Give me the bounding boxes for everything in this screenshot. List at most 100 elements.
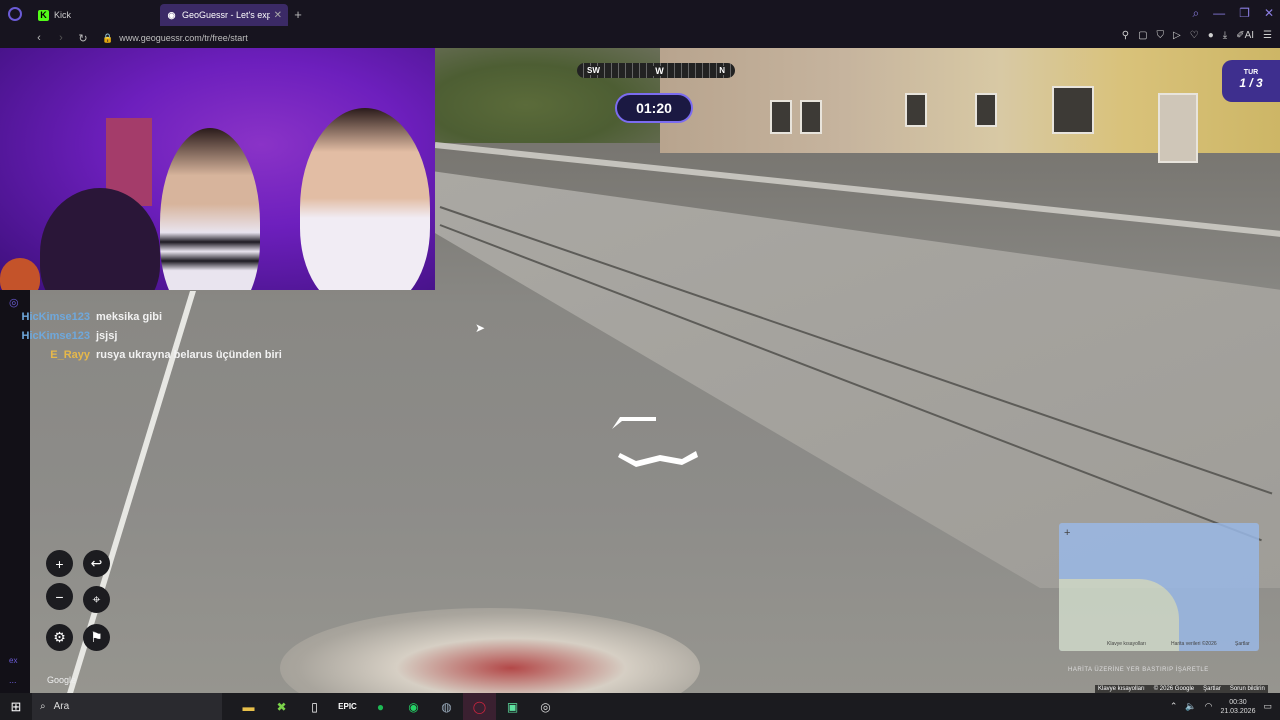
minimap-hint: HARİTA ÜZERİNE YER BASTIRIP İŞARETLE: [1068, 667, 1209, 673]
lock-icon: 🔒: [102, 32, 114, 43]
zoom-in-button[interactable]: +: [46, 550, 73, 577]
tab-kick[interactable]: K Kick: [32, 4, 160, 26]
aria-ai-button[interactable]: ✐AI: [1236, 30, 1254, 41]
whatsapp-icon[interactable]: ◉: [397, 693, 430, 720]
flag-button[interactable]: ⚑: [83, 624, 110, 651]
xbox-icon[interactable]: ✖: [265, 693, 298, 720]
chat-username: E_Rayy: [50, 349, 90, 361]
toolbar-icons: ⚲ ▢ ⛉ ▷ ♡ ● ⤓ ✐AI ☰: [1122, 30, 1272, 41]
chat-username: HicKimse123: [21, 330, 91, 342]
search-label: Ara: [53, 701, 70, 712]
opera-gx-icon[interactable]: ◯: [463, 693, 496, 720]
file-explorer-icon[interactable]: ▬: [232, 693, 265, 720]
system-tray: ⌃ 🔈 ◠ 00:30 21.03.2026 ▭: [1170, 693, 1272, 720]
url-field[interactable]: www.geoguessr.com/tr/free/start: [119, 33, 248, 43]
person-center: [160, 128, 260, 290]
move-arrows-icon[interactable]: [610, 413, 700, 468]
search-icon[interactable]: ⌕: [1192, 6, 1199, 21]
compass: SW W N: [577, 63, 735, 78]
close-tab-icon[interactable]: ✕: [274, 10, 282, 21]
compass-center: W: [653, 65, 666, 76]
terms-link[interactable]: Şartlar: [1203, 686, 1221, 692]
discord-icon[interactable]: ▣: [496, 693, 529, 720]
compass-left: SW: [585, 66, 602, 75]
reload-icon[interactable]: ↻: [74, 32, 92, 45]
taskbar-apps: ▬ ✖ ▯ EPIC ● ◉ ◍ ◯ ▣ ◎: [232, 693, 562, 720]
clock-time: 00:30: [1229, 698, 1247, 706]
download-icon[interactable]: ⤓: [1223, 30, 1227, 41]
new-tab-button[interactable]: +: [288, 7, 308, 22]
chat-text: rusya ukrayna belarus üçünden biri: [96, 349, 282, 361]
compass-right: N: [717, 66, 727, 75]
round-label: TUR: [1243, 69, 1259, 76]
map-attribution: Klavye kısayolları © 2026 Google Şartlar…: [1095, 685, 1268, 693]
person-right: [300, 108, 430, 290]
steam-icon[interactable]: ◍: [430, 693, 463, 720]
windows-taskbar: ⊞ ⌕ Ara ▬ ✖ ▯ EPIC ● ◉ ◍ ◯ ▣ ◎ ⌃ 🔈 ◠ 00:…: [0, 693, 1280, 720]
back-icon[interactable]: ‹: [30, 32, 48, 44]
obs-icon[interactable]: ◎: [529, 693, 562, 720]
pin-icon[interactable]: ⚲: [1122, 30, 1129, 41]
blurred-car-roof: [280, 608, 700, 693]
return-to-start-button[interactable]: ⌖: [83, 586, 110, 613]
webcam-overlay: [0, 48, 435, 290]
tab-label: Kick: [54, 10, 72, 20]
chat-text: meksika gibi: [96, 311, 163, 323]
buildings: [660, 48, 1280, 163]
menu-icon[interactable]: ☰: [1263, 30, 1272, 41]
copyright-text: © 2026 Google: [1153, 686, 1195, 692]
taskbar-search[interactable]: ⌕ Ara: [32, 693, 222, 720]
window-controls: ⌕ — ❐ ✕: [1192, 6, 1274, 21]
minimize-icon[interactable]: —: [1213, 6, 1225, 21]
taskbar-clock[interactable]: 00:30 21.03.2026: [1220, 698, 1255, 716]
mouse-cursor-icon: ➤: [475, 321, 486, 335]
browser-tab-bar: K Kick ◉ GeoGuessr - Let's exp ✕ + ⌕ — ❐…: [0, 0, 1280, 28]
tab-label: GeoGuessr - Let's exp: [182, 10, 270, 20]
shield-icon[interactable]: ⛉: [1157, 30, 1165, 41]
volume-icon[interactable]: 🔈: [1185, 701, 1196, 712]
report-problem-link[interactable]: Sorun bildirin: [1230, 686, 1265, 692]
windows-start-icon[interactable]: ⊞: [0, 699, 32, 715]
kick-icon: K: [38, 9, 49, 21]
minimap-shortcuts-label: Klavye kısayolları: [1107, 641, 1146, 647]
settings-button[interactable]: ⚙: [46, 624, 73, 651]
minimap-terms-label: Şartlar: [1235, 641, 1250, 647]
ai-label: AI: [1244, 30, 1255, 41]
undo-move-button[interactable]: ↩: [83, 550, 110, 577]
clock-date: 21.03.2026: [1220, 707, 1256, 715]
forward-icon[interactable]: ›: [52, 32, 70, 44]
spotify-icon[interactable]: ●: [364, 693, 397, 720]
opera-menu-button[interactable]: [0, 0, 30, 28]
tab-geoguessr[interactable]: ◉ GeoGuessr - Let's exp ✕: [160, 4, 288, 26]
geoguessr-icon: ◉: [167, 9, 176, 20]
tray-expand-icon[interactable]: ⌃: [1170, 701, 1178, 712]
notepad-icon[interactable]: ▯: [298, 693, 331, 720]
minimap-zoom-in-icon[interactable]: +: [1064, 527, 1070, 539]
google-watermark: Google: [47, 675, 77, 685]
close-icon[interactable]: ✕: [1264, 6, 1274, 21]
play-icon[interactable]: ▷: [1173, 30, 1181, 41]
stream-chat: HicKimse123 meksika gibi HicKimse123 jsj…: [10, 311, 282, 368]
profile-icon[interactable]: ●: [1208, 30, 1214, 41]
epic-games-icon[interactable]: EPIC: [331, 693, 364, 720]
opera-logo-icon: [8, 7, 22, 21]
minimap-data-label: Harita verileri ©2026: [1171, 641, 1217, 647]
maximize-icon[interactable]: ❐: [1239, 6, 1250, 21]
settings-icon[interactable]: ◎: [9, 296, 19, 309]
wifi-icon[interactable]: ◠: [1205, 701, 1213, 712]
notifications-icon[interactable]: ▭: [1263, 701, 1272, 712]
zoom-out-button[interactable]: −: [46, 583, 73, 610]
guess-minimap[interactable]: + Klavye kısayolları Harita verileri ©20…: [1059, 523, 1259, 651]
chat-message: E_Rayy rusya ukrayna belarus üçünden bir…: [10, 349, 282, 368]
sidebar-badge[interactable]: ex: [9, 656, 17, 665]
chat-text: jsjsj: [96, 330, 118, 342]
address-bar: ‹ › ↻ 🔒 www.geoguessr.com/tr/free/start …: [0, 28, 1280, 48]
basketball: [0, 258, 40, 290]
keyboard-shortcuts-link[interactable]: Klavye kısayolları: [1098, 686, 1145, 692]
search-icon: ⌕: [40, 701, 46, 712]
snapshot-icon[interactable]: ▢: [1138, 30, 1147, 41]
sidebar-more-icon[interactable]: ...: [9, 675, 17, 685]
game-timer: 01:20: [615, 93, 693, 123]
heart-icon[interactable]: ♡: [1190, 30, 1199, 41]
round-indicator: TUR 1 / 3: [1222, 60, 1280, 102]
